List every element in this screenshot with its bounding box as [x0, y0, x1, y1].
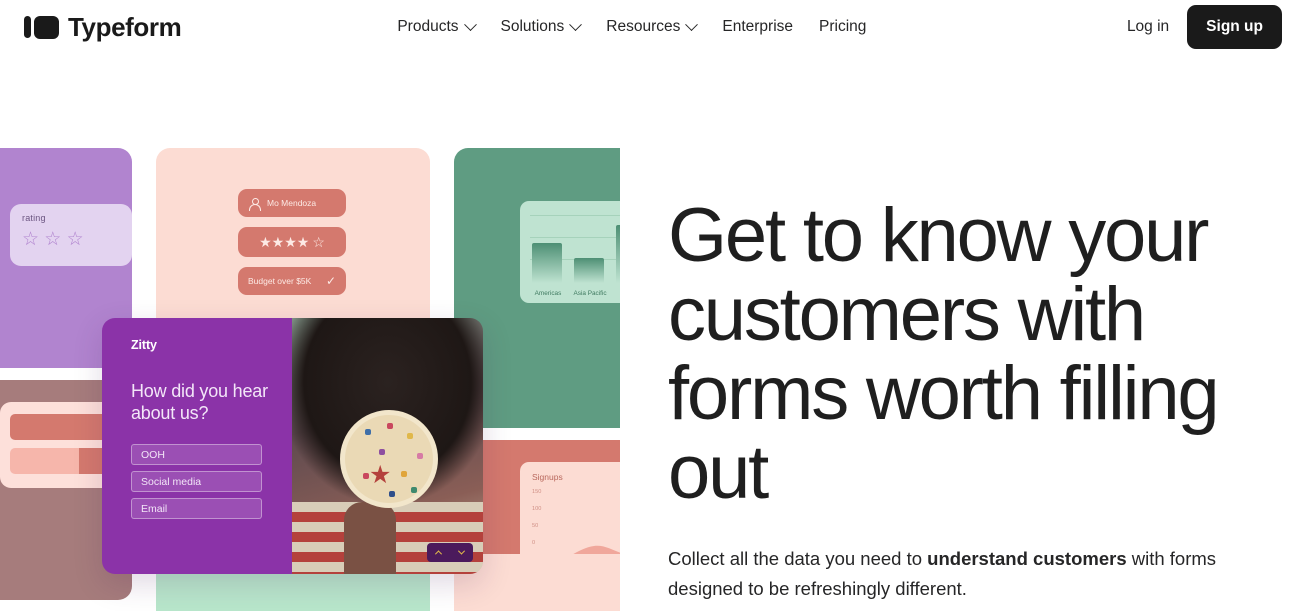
site-header: Typeform Products Solutions Resources En…: [0, 0, 1308, 54]
bar-label-americas: Americas: [534, 290, 562, 297]
typeform-logo[interactable]: Typeform: [24, 12, 182, 42]
chevron-up-icon[interactable]: [434, 550, 443, 558]
person-icon: [249, 197, 262, 211]
login-link[interactable]: Log in: [1127, 18, 1169, 36]
rating-chip: rating ☆ ☆ ☆: [10, 204, 132, 266]
respondent-name: Mo Mendoza: [267, 198, 317, 208]
nav-item-solutions[interactable]: Solutions: [500, 17, 583, 36]
form-option-email[interactable]: Email: [131, 498, 262, 519]
signups-y-axis: 150 100 50 0: [532, 489, 541, 546]
chevron-down-icon[interactable]: [457, 547, 466, 555]
form-brand-name: Zitty: [131, 338, 157, 352]
photo-arm: [344, 502, 396, 574]
chevron-down-icon: [569, 17, 583, 31]
y-tick-150: 150: [532, 489, 542, 495]
check-icon: ✓: [325, 274, 336, 288]
bar-label-europe: Eur: [614, 290, 620, 297]
nav-label-products: Products: [397, 18, 459, 36]
signups-title: Signups: [532, 472, 563, 482]
form-option-social-media[interactable]: Social media: [131, 471, 262, 492]
y-tick-50: 50: [532, 523, 539, 529]
nav-label-pricing: Pricing: [819, 18, 867, 36]
nav-item-resources[interactable]: Resources: [606, 17, 699, 36]
bar-chart-bars: [532, 219, 620, 283]
page-title: Get to know your customers with forms wo…: [668, 193, 1220, 515]
brand-name: Typeform: [68, 12, 182, 42]
bar-label-asia-pacific: Asia Pacific: [573, 290, 607, 297]
bar-europe: [616, 225, 620, 283]
respondent-name-pill: Mo Mendoza: [238, 189, 346, 217]
bar-asia-pacific: [574, 258, 604, 283]
signup-button[interactable]: Sign up: [1187, 5, 1282, 49]
rating-chip-label: rating: [22, 213, 46, 223]
rating-stars-icon: ☆ ☆ ☆: [22, 229, 84, 250]
hero-copy: Get to know your customers with forms wo…: [668, 196, 1268, 604]
form-question: How did you hear about us?: [131, 381, 268, 423]
nav-label-solutions: Solutions: [500, 18, 565, 36]
photo-embroidery-hoop: ★: [340, 410, 438, 508]
respondent-budget-pill: Budget over $5K ✓: [238, 267, 346, 295]
nav-label-enterprise: Enterprise: [722, 18, 794, 36]
bar-chart-labels: Americas Asia Pacific Eur: [530, 290, 620, 297]
subhead-part-1: Collect all the data you need to: [668, 548, 928, 569]
chevron-down-icon: [685, 17, 699, 31]
main-navigation: Products Solutions Resources Enterprise …: [397, 17, 866, 36]
form-option-ooh[interactable]: OOH: [131, 444, 262, 465]
bar-americas: [532, 243, 562, 283]
respondent-rating-pill: ★★★★ ☆: [238, 227, 346, 257]
form-preview-left: Zitty How did you hear about us? OOH Soc…: [102, 318, 292, 574]
nav-item-pricing[interactable]: Pricing: [819, 19, 866, 35]
hero-card-mosaic: rating ☆ ☆ ☆ Mo Mendoza ★★★★ ☆ Budget ov…: [0, 54, 620, 611]
hero-subtitle: Collect all the data you need to underst…: [668, 544, 1258, 604]
subhead-emphasis: understand customers: [927, 548, 1127, 569]
nav-item-products[interactable]: Products: [397, 17, 477, 36]
budget-label: Budget over $5K: [248, 276, 312, 286]
form-preview-card[interactable]: Zitty How did you hear about us? OOH Soc…: [102, 318, 483, 574]
star-empty-icon: ☆: [312, 233, 325, 250]
header-actions: Log in Sign up: [1127, 5, 1282, 49]
form-slide-nav[interactable]: [427, 543, 473, 562]
y-tick-0: 0: [532, 540, 536, 546]
nav-label-resources: Resources: [606, 18, 681, 36]
stars-filled-icon: ★★★★: [259, 233, 310, 250]
chevron-down-icon: [463, 17, 477, 31]
bar-chart-panel: Americas Asia Pacific Eur: [520, 201, 620, 303]
y-tick-100: 100: [532, 506, 542, 512]
hoop-star-icon: ★: [369, 461, 392, 489]
typeform-logomark-icon: [24, 15, 59, 39]
form-option-list: OOH Social media Email: [131, 444, 292, 519]
nav-item-enterprise[interactable]: Enterprise: [722, 19, 793, 35]
form-preview-photo: ★: [292, 318, 483, 574]
